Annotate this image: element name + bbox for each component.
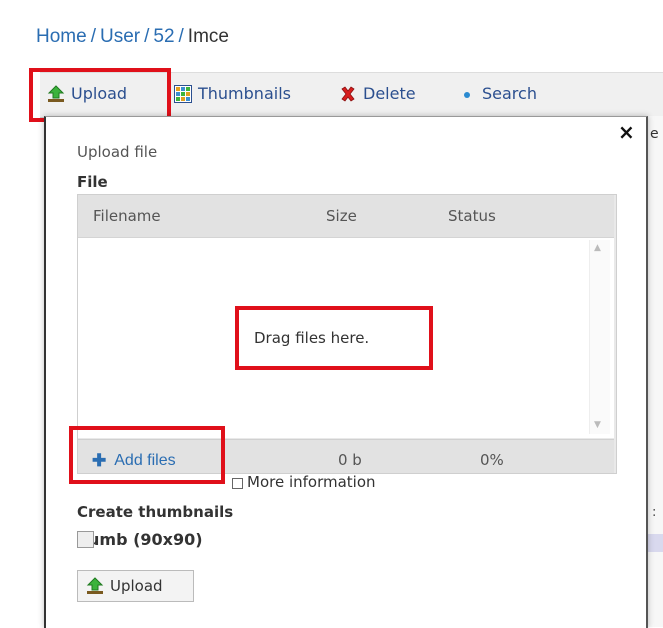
toolbar-delete-button[interactable]: Delete [339, 84, 416, 103]
breadcrumb-user[interactable]: User [100, 26, 140, 47]
scroll-down-icon[interactable]: ▼ [594, 420, 601, 430]
background-bar [646, 534, 663, 552]
more-information-label: More information [247, 473, 376, 491]
total-percent: 0% [480, 451, 504, 469]
breadcrumb-home[interactable]: Home [36, 26, 87, 47]
breadcrumb-52[interactable]: 52 [153, 26, 174, 47]
add-files-highlight-box [69, 426, 225, 484]
dialog-title: Upload file [77, 143, 158, 161]
background-partial-text: e [650, 126, 659, 142]
thumb-option[interactable]: umb (90x90) [77, 530, 203, 549]
upload-submit-label: Upload [110, 577, 163, 595]
column-size: Size [326, 207, 357, 225]
upload-highlight-box [29, 68, 171, 122]
close-icon[interactable]: × [618, 120, 635, 144]
blue-dot-icon [458, 85, 476, 103]
toolbar-search-button[interactable]: Search [458, 84, 537, 103]
file-label: File [77, 173, 108, 191]
upload-arrow-icon [86, 577, 104, 595]
column-filename: Filename [93, 207, 161, 225]
more-information-toggle[interactable]: More information [232, 473, 376, 491]
toolbar-thumbnails-label: Thumbnails [198, 84, 291, 103]
checkbox-square-icon [232, 478, 243, 489]
thumb-option-label: umb (90x90) [88, 530, 203, 549]
drag-highlight-box [235, 306, 433, 370]
column-status: Status [448, 207, 496, 225]
toolbar-delete-label: Delete [363, 84, 416, 103]
breadcrumb: Home / User/52/Imce [36, 26, 229, 47]
file-list-scrollbar[interactable] [589, 240, 610, 434]
upload-submit-button[interactable]: Upload [77, 570, 194, 602]
grid-icon [174, 84, 192, 103]
breadcrumb-current: Imce [187, 26, 229, 47]
total-size: 0 b [338, 451, 362, 469]
create-thumbnails-label: Create thumbnails [77, 503, 234, 521]
toolbar-search-label: Search [482, 84, 537, 103]
scroll-up-icon[interactable]: ▲ [594, 243, 601, 253]
red-x-icon [339, 85, 357, 103]
thumb-checkbox[interactable] [77, 531, 94, 548]
background-colon: : [652, 505, 657, 520]
toolbar-thumbnails-button[interactable]: Thumbnails [174, 84, 291, 103]
